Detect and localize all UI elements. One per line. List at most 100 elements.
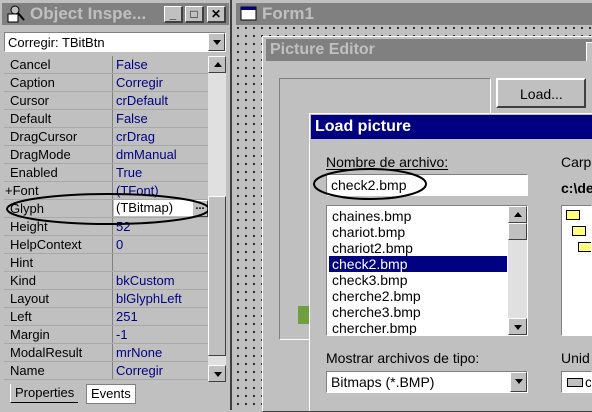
property-row-enabled[interactable]: Enabled True: [4, 164, 208, 182]
load-button[interactable]: Load...: [496, 78, 586, 108]
property-value[interactable]: Corregir: [116, 75, 163, 90]
form-icon: [240, 6, 257, 21]
load-button-label: Load...: [520, 86, 563, 102]
property-row-caption[interactable]: Caption Corregir: [4, 74, 208, 92]
load-picture-title-bar[interactable]: Load picture: [311, 115, 592, 139]
arrow-up-icon: [214, 62, 222, 67]
property-name: Cancel: [10, 57, 51, 72]
property-name: DragCursor: [10, 129, 78, 144]
property-value[interactable]: True: [116, 165, 142, 180]
property-row-kind[interactable]: Kind bkCustom: [4, 272, 208, 290]
property-row-hint[interactable]: Hint: [4, 254, 208, 272]
filetype-label: Mostrar archivos de tipo:: [326, 350, 480, 366]
drives-label: Unid: [561, 350, 590, 366]
property-value[interactable]: Corregir: [116, 363, 163, 378]
property-name: Cursor: [10, 93, 50, 108]
inspector-title-bar[interactable]: Object Inspe... _ □ ✕: [2, 3, 229, 25]
file-item[interactable]: cherche3.bmp: [329, 304, 507, 320]
property-value[interactable]: 251: [116, 309, 138, 324]
property-name: Hint: [10, 255, 34, 270]
file-item-selected[interactable]: check2.bmp: [329, 256, 507, 272]
file-item[interactable]: chaines.bmp: [329, 208, 507, 224]
maximize-icon: □: [190, 7, 198, 21]
property-row-cursor[interactable]: Cursor crDefault: [4, 92, 208, 110]
file-scroll-down-button[interactable]: [508, 318, 527, 335]
property-value[interactable]: crDefault: [116, 93, 168, 108]
property-value[interactable]: 0: [116, 237, 123, 252]
drive-value: c: [585, 374, 592, 390]
folder-list[interactable]: [561, 205, 592, 336]
property-grid: Cancel False Caption Corregir Cursor crDefa…: [4, 56, 208, 382]
property-grid-scrollbar[interactable]: [208, 56, 226, 382]
file-item[interactable]: chariot2.bmp: [329, 240, 507, 256]
scroll-up-button[interactable]: [208, 56, 226, 73]
filetype-select[interactable]: Bitmaps (*.BMP): [326, 371, 528, 393]
property-name: Name: [10, 363, 45, 378]
component-selector[interactable]: Corregir: TBitBtn: [4, 32, 226, 52]
scroll-down-button[interactable]: [208, 365, 226, 382]
property-value[interactable]: -1: [116, 327, 128, 342]
property-row-dragcursor[interactable]: DragCursor crDrag: [4, 128, 208, 146]
property-row-dragmode[interactable]: DragMode dmManual: [4, 146, 208, 164]
drive-select[interactable]: c: [561, 371, 592, 393]
picture-editor-close-button[interactable]: [586, 42, 592, 61]
property-name: Layout: [10, 291, 50, 306]
property-row-helpcontext[interactable]: HelpContext 0: [4, 236, 208, 254]
chevron-down-icon: [213, 40, 221, 45]
picture-editor-title: Picture Editor: [270, 41, 375, 58]
property-name: ModalResult: [10, 345, 83, 360]
tab-events-label: Events: [91, 386, 131, 401]
load-picture-title: Load picture: [315, 118, 412, 135]
drive-icon: [567, 378, 583, 387]
file-scroll-up-button[interactable]: [508, 206, 527, 223]
file-item[interactable]: chercher.bmp: [329, 320, 507, 335]
component-selector-value: Corregir: TBitBtn: [8, 35, 105, 50]
file-list-scrollbar[interactable]: [508, 206, 527, 335]
property-row-left[interactable]: Left 251: [4, 308, 208, 326]
property-name: Default: [10, 111, 52, 126]
property-row-layout[interactable]: Layout blGlyphLeft: [4, 290, 208, 308]
file-list[interactable]: chaines.bmp chariot.bmp chariot2.bmp che…: [326, 205, 528, 336]
component-selector-dropdown-button[interactable]: [208, 33, 225, 51]
close-button[interactable]: ✕: [207, 6, 226, 23]
filename-highlight-annotation: [313, 168, 427, 200]
property-name: Left: [10, 309, 32, 324]
scroll-thumb[interactable]: [208, 196, 226, 356]
property-value[interactable]: bkCustom: [116, 273, 175, 288]
current-path: c:\de: [561, 180, 592, 196]
property-row-modalresult[interactable]: ModalResult mrNone: [4, 344, 208, 362]
tab-properties-label: Properties: [15, 385, 75, 400]
property-name: Margin: [10, 327, 50, 342]
minimize-button[interactable]: _: [164, 6, 183, 23]
property-value[interactable]: False: [116, 57, 148, 72]
glyph-highlight-annotation: [6, 193, 208, 225]
open-folder-icon: [566, 210, 580, 220]
arrow-down-icon: [214, 372, 222, 377]
open-folder-icon: [572, 226, 586, 236]
tab-events[interactable]: Events: [86, 384, 136, 404]
property-row-margin[interactable]: Margin -1: [4, 326, 208, 344]
property-value[interactable]: dmManual: [116, 147, 177, 162]
file-item[interactable]: check3.bmp: [329, 272, 507, 288]
property-value[interactable]: mrNone: [116, 345, 162, 360]
property-name: Kind: [10, 273, 37, 288]
property-row-cancel[interactable]: Cancel False: [4, 56, 208, 74]
file-item[interactable]: chariot.bmp: [329, 224, 507, 240]
filetype-dropdown-button[interactable]: [510, 372, 527, 392]
form1-title-bar[interactable]: Form1: [236, 3, 592, 25]
maximize-button[interactable]: □: [185, 6, 204, 23]
open-folder-icon: [578, 242, 591, 252]
file-scroll-thumb[interactable]: [508, 223, 527, 240]
property-name: DragMode: [10, 147, 71, 162]
property-row-default[interactable]: Default False: [4, 110, 208, 128]
file-item[interactable]: cherche2.bmp: [329, 288, 507, 304]
arrow-up-icon: [514, 212, 522, 217]
picture-editor-title-bar[interactable]: Picture Editor: [266, 39, 592, 61]
property-row-name[interactable]: Name Corregir: [4, 362, 208, 380]
inspector-app-icon: [7, 5, 25, 23]
tab-properties[interactable]: Properties: [10, 384, 79, 403]
property-value[interactable]: crDrag: [116, 129, 155, 144]
property-value[interactable]: blGlyphLeft: [116, 291, 182, 306]
property-name: HelpContext: [10, 237, 82, 252]
property-value[interactable]: False: [116, 111, 148, 126]
